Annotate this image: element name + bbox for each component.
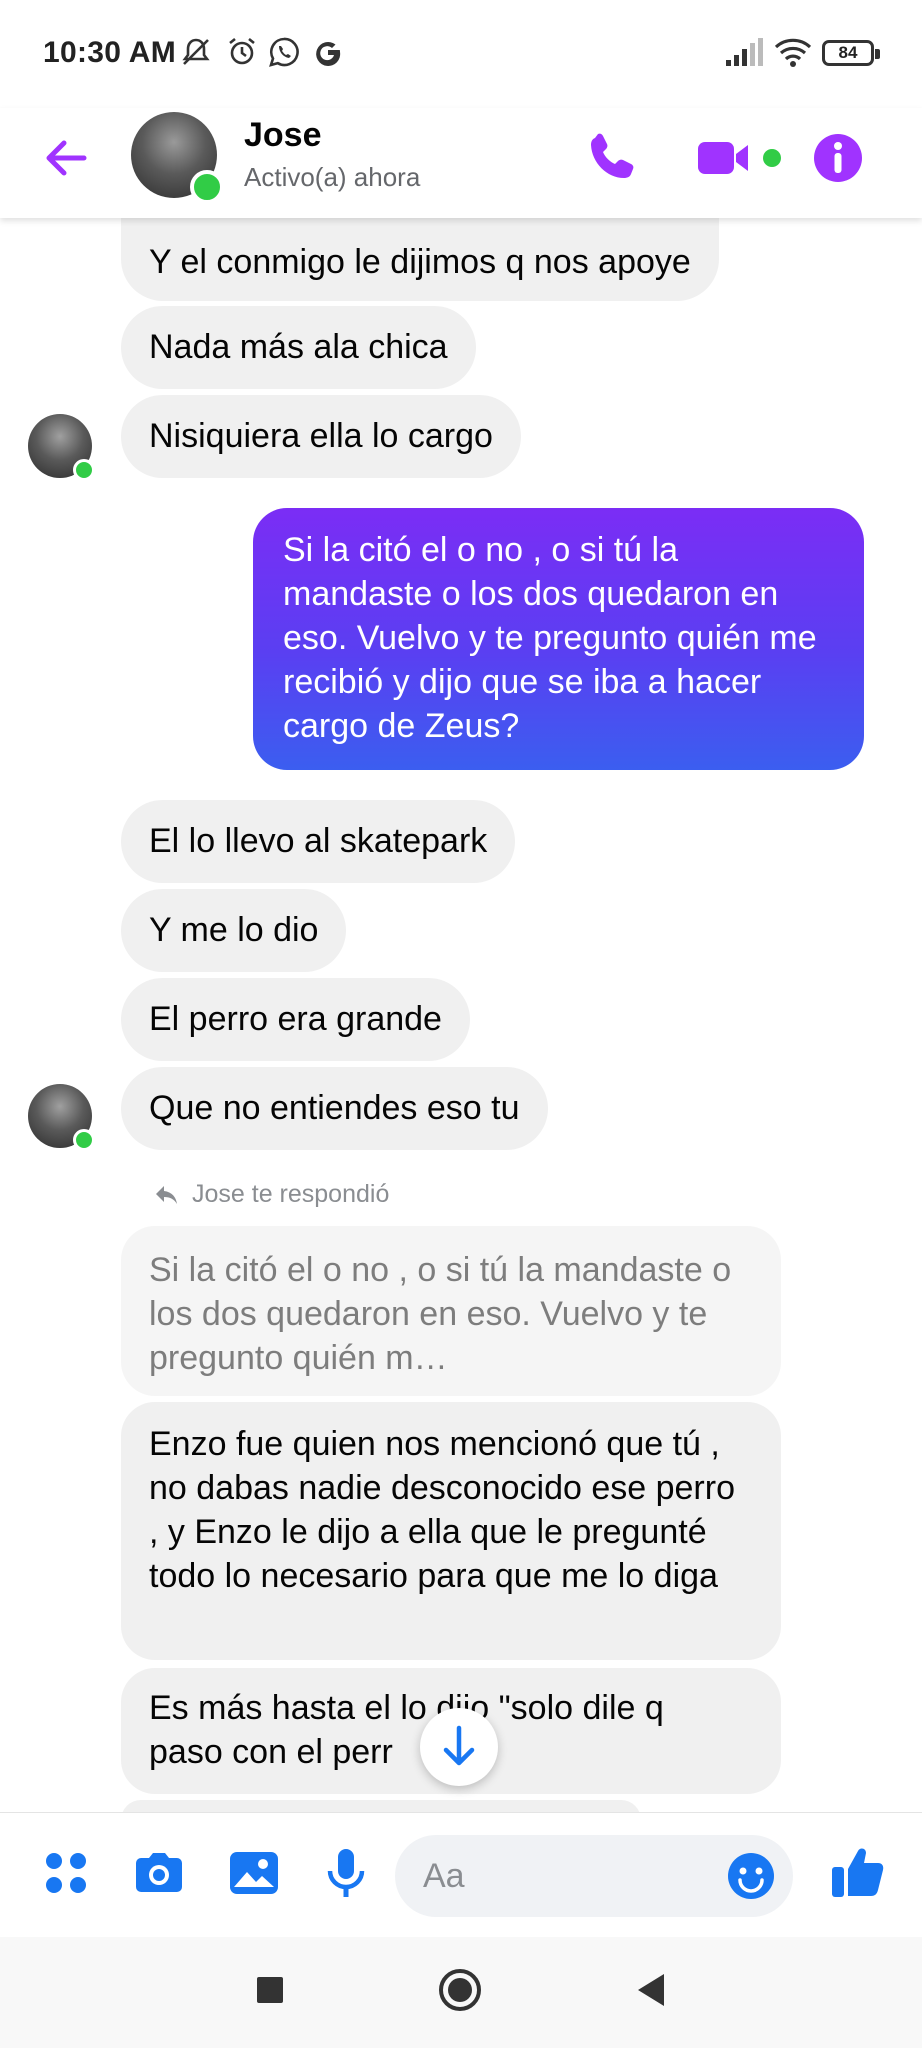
online-indicator: [73, 1129, 95, 1151]
camera-icon[interactable]: [128, 1843, 188, 1903]
message-composer: [0, 1812, 922, 1937]
google-icon: [316, 41, 341, 66]
incoming-message[interactable]: Enzo fue quien nos mencionó que tú , no …: [121, 1402, 781, 1660]
online-indicator: [190, 170, 224, 204]
whatsapp-icon: [269, 37, 299, 67]
incoming-message[interactable]: Y el conmigo le dijimos q nos apoye: [121, 218, 719, 301]
incoming-message[interactable]: Que no entiendes eso tu: [121, 1067, 548, 1150]
thumbs-up-icon[interactable]: [826, 1839, 890, 1903]
incoming-message[interactable]: Y me lo dio: [121, 889, 347, 972]
online-indicator: [73, 459, 95, 481]
quoted-message[interactable]: Si la citó el o no , o si tú la mandaste…: [121, 1226, 781, 1396]
home-circle-icon[interactable]: [432, 1962, 488, 2018]
back-triangle-icon[interactable]: [624, 1962, 680, 2018]
reply-note: Jose te respondió: [192, 1180, 390, 1208]
message-text: paso con el perr: [149, 1733, 393, 1771]
battery-indicator: 84: [822, 40, 880, 66]
info-icon[interactable]: [806, 126, 870, 190]
video-call-icon[interactable]: [694, 126, 784, 190]
system-nav-bar: [0, 1936, 922, 2048]
status-time: 10:30 AM: [43, 36, 177, 69]
reply-icon: [156, 1186, 177, 1204]
contact-status: Activo(a) ahora: [244, 162, 421, 192]
incoming-message[interactable]: El perro era grande: [121, 978, 470, 1061]
status-bar: 10:30 AM 84: [0, 0, 922, 108]
gallery-icon[interactable]: [224, 1843, 284, 1903]
scroll-to-bottom-button[interactable]: [420, 1708, 498, 1786]
back-arrow-icon[interactable]: [38, 130, 94, 186]
incoming-message[interactable]: Nada más ala chica: [121, 306, 476, 389]
chat-header: Jose Activo(a) ahora: [0, 108, 922, 218]
microphone-icon[interactable]: [316, 1843, 376, 1903]
recents-square-icon[interactable]: [242, 1962, 298, 2018]
phone-call-icon[interactable]: [580, 126, 644, 190]
wifi-icon: [774, 38, 812, 67]
alarm-icon: [229, 37, 255, 65]
mute-icon: [182, 38, 210, 65]
apps-grid-icon[interactable]: [36, 1843, 96, 1903]
incoming-message[interactable]: El lo llevo al skatepark: [121, 800, 516, 883]
arrow-down-icon: [443, 1725, 475, 1766]
contact-name[interactable]: Jose: [244, 116, 322, 155]
emoji-icon[interactable]: [726, 1851, 776, 1901]
outgoing-message[interactable]: Si la citó el o no , o si tú la mandaste…: [253, 508, 864, 770]
incoming-message[interactable]: Nisiquiera ella lo cargo: [121, 395, 521, 478]
signal-icon: [726, 38, 763, 66]
